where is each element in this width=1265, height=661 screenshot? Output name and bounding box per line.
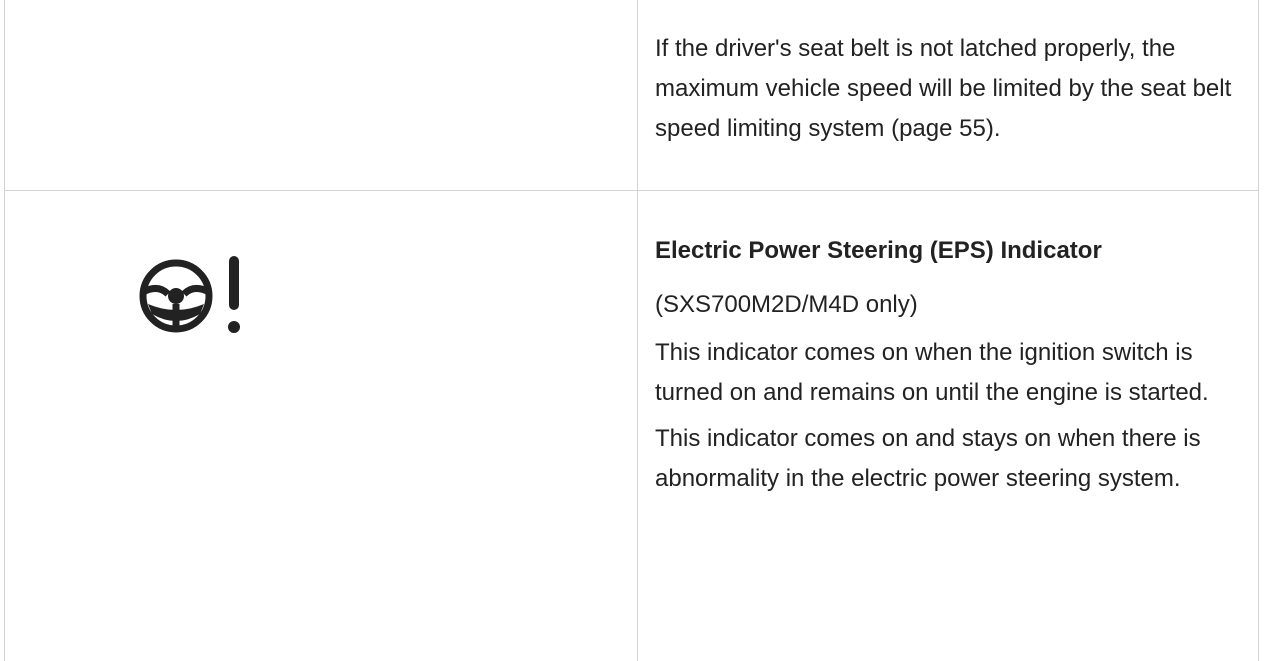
eps-indicator-heading: Electric Power Steering (EPS) Indicator — [655, 237, 1102, 264]
table-border-right — [1258, 0, 1259, 661]
eps-paragraph-abnormality: This indicator comes on and stays on whe… — [655, 425, 1201, 492]
indicator-table: If the driver's seat belt is not latched… — [0, 0, 1265, 661]
eps-indicator-description: Electric Power Steering (EPS) Indicator … — [655, 231, 1245, 505]
table-row-divider — [4, 190, 1259, 191]
table-border-left — [4, 0, 5, 661]
seat-belt-speed-limit-text: If the driver's seat belt is not latched… — [655, 35, 1232, 142]
eps-paragraph-ignition: This indicator comes on when the ignitio… — [655, 339, 1209, 406]
eps-model-note: (SXS700M2D/M4D only) — [655, 291, 918, 318]
eps-steering-warning-icon — [138, 254, 248, 336]
table-column-divider — [637, 0, 638, 661]
